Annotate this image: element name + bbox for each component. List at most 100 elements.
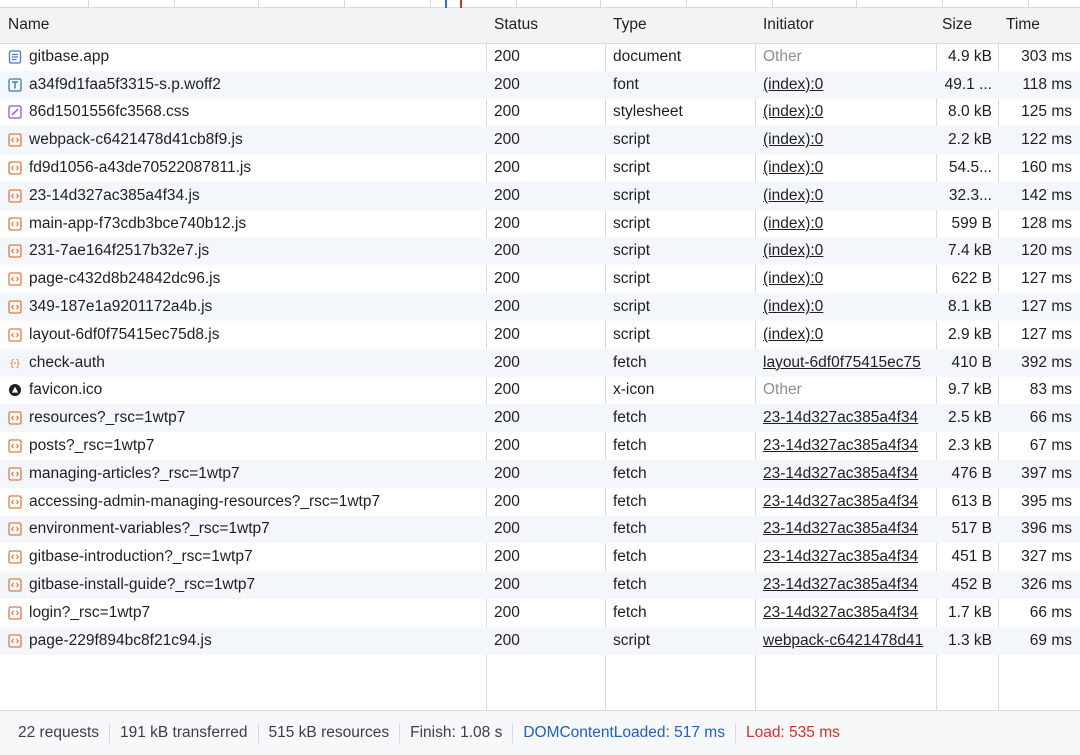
table-row[interactable]: gitbase-introduction?_rsc=1wtp7 200 fetch 2… xyxy=(0,543,1080,571)
request-initiator-link[interactable]: webpack-c6421478d41 xyxy=(763,632,923,649)
script-icon xyxy=(8,217,22,231)
request-initiator-link[interactable]: (index):0 xyxy=(763,298,823,315)
column-header-name[interactable]: Name xyxy=(0,8,486,44)
request-name-cell[interactable]: accessing-admin-managing-resources?_rsc=… xyxy=(0,488,486,516)
table-row[interactable]: gitbase.app 200 document Other 4.9 kB 303 ms xyxy=(0,43,1080,71)
request-name-cell[interactable]: gitbase-introduction?_rsc=1wtp7 xyxy=(0,543,486,571)
request-name-cell[interactable]: gitbase-install-guide?_rsc=1wtp7 xyxy=(0,571,486,599)
table-row[interactable]: gitbase-install-guide?_rsc=1wtp7 200 fetch… xyxy=(0,571,1080,599)
request-name-cell[interactable]: fd9d1056-a43de70522087811.js xyxy=(0,154,486,182)
request-name-cell[interactable]: page-c432d8b24842dc96.js xyxy=(0,265,486,293)
request-name-cell[interactable]: posts?_rsc=1wtp7 xyxy=(0,432,486,460)
table-row[interactable]: 231-7ae164f2517b32e7.js 200 script (index):… xyxy=(0,237,1080,266)
request-size: 451 B xyxy=(951,548,992,566)
request-time: 303 ms xyxy=(1021,48,1072,66)
request-initiator-link[interactable]: (index):0 xyxy=(763,131,823,148)
table-row[interactable]: main-app-f73cdb3bce740b12.js 200 script (in… xyxy=(0,210,1080,238)
request-status: 200 xyxy=(494,603,520,621)
table-row[interactable]: login?_rsc=1wtp7 200 fetch 23-14d327ac385a4… xyxy=(0,599,1080,627)
request-name: a34f9d1faa5f3315-s.p.woff2 xyxy=(29,75,221,93)
request-name-cell[interactable]: {} check-auth xyxy=(0,349,486,377)
column-header-initiator[interactable]: Initiator xyxy=(755,8,936,44)
request-initiator-link[interactable]: (index):0 xyxy=(763,326,823,343)
table-row[interactable]: a34f9d1faa5f3315-s.p.woff2 200 font (index)… xyxy=(0,70,1080,99)
request-size: 8.1 kB xyxy=(948,298,992,316)
table-row[interactable]: fd9d1056-a43de70522087811.js 200 script (in… xyxy=(0,154,1080,182)
request-size: 452 B xyxy=(951,576,992,594)
table-row[interactable]: 23-14d327ac385a4f34.js 200 script (index):0… xyxy=(0,181,1080,210)
request-name-cell[interactable]: favicon.ico xyxy=(0,377,486,405)
request-time: 395 ms xyxy=(1021,492,1072,510)
request-type: fetch xyxy=(613,437,647,455)
script-icon xyxy=(8,467,22,481)
request-name-cell[interactable]: login?_rsc=1wtp7 xyxy=(0,599,486,627)
request-name-cell[interactable]: environment-variables?_rsc=1wtp7 xyxy=(0,516,486,544)
request-type: script xyxy=(613,131,651,149)
request-initiator-link[interactable]: 23-14d327ac385a4f34 xyxy=(763,437,918,454)
request-size: 2.2 kB xyxy=(948,131,992,149)
overview-tick xyxy=(516,0,517,8)
request-initiator-link[interactable]: (index):0 xyxy=(763,76,823,93)
request-status: 200 xyxy=(494,298,520,316)
network-overview-timeline[interactable] xyxy=(0,0,1080,8)
request-name-cell[interactable]: 231-7ae164f2517b32e7.js xyxy=(0,238,486,266)
table-row[interactable]: 349-187e1a9201172a4b.js 200 script (index):… xyxy=(0,293,1080,321)
table-row[interactable]: managing-articles?_rsc=1wtp7 200 fetch 23-1… xyxy=(0,459,1080,488)
overview-load-marker xyxy=(460,0,462,8)
request-initiator-link[interactable]: (index):0 xyxy=(763,187,823,204)
request-initiator-link[interactable]: (index):0 xyxy=(763,215,823,232)
request-name: favicon.ico xyxy=(29,381,103,399)
request-initiator-link[interactable]: 23-14d327ac385a4f34 xyxy=(763,576,918,593)
table-row[interactable]: environment-variables?_rsc=1wtp7 200 fetch… xyxy=(0,515,1080,544)
request-name-cell[interactable]: layout-6df0f75415ec75d8.js xyxy=(0,321,486,349)
request-name: environment-variables?_rsc=1wtp7 xyxy=(29,520,270,538)
column-header-type[interactable]: Type xyxy=(605,8,755,44)
request-name-cell[interactable]: resources?_rsc=1wtp7 xyxy=(0,404,486,432)
column-header-status[interactable]: Status xyxy=(486,8,605,44)
request-name-cell[interactable]: 349-187e1a9201172a4b.js xyxy=(0,293,486,321)
request-initiator-link[interactable]: (index):0 xyxy=(763,270,823,287)
table-row[interactable]: posts?_rsc=1wtp7 200 fetch 23-14d327ac385a4… xyxy=(0,432,1080,460)
table-row[interactable]: page-229f894bc8f21c94.js 200 script webpack… xyxy=(0,626,1080,655)
request-name-cell[interactable]: page-229f894bc8f21c94.js xyxy=(0,627,486,655)
request-name-cell[interactable]: 86d1501556fc3568.css xyxy=(0,99,486,127)
script-icon xyxy=(8,411,22,425)
table-row[interactable]: favicon.ico 200 x-icon Other 9.7 kB 83 ms xyxy=(0,377,1080,405)
request-initiator-link[interactable]: 23-14d327ac385a4f34 xyxy=(763,604,918,621)
script-icon xyxy=(8,300,22,314)
request-name-cell[interactable]: webpack-c6421478d41cb8f9.js xyxy=(0,126,486,154)
request-name-cell[interactable]: a34f9d1faa5f3315-s.p.woff2 xyxy=(0,71,486,99)
request-initiator-cell: 23-14d327ac385a4f34 xyxy=(755,571,936,599)
request-initiator-link[interactable]: 23-14d327ac385a4f34 xyxy=(763,465,918,482)
request-initiator-link[interactable]: 23-14d327ac385a4f34 xyxy=(763,493,918,510)
request-status: 200 xyxy=(494,464,520,482)
table-row[interactable]: {} check-auth 200 fetch layout-6df0f75415ec7… xyxy=(0,348,1080,377)
request-type: script xyxy=(613,325,651,343)
table-row[interactable]: layout-6df0f75415ec75d8.js 200 script (inde… xyxy=(0,321,1080,349)
request-initiator-link[interactable]: (index):0 xyxy=(763,159,823,176)
request-size: 54.5... xyxy=(948,159,992,177)
table-row[interactable]: resources?_rsc=1wtp7 200 fetch 23-14d327ac3… xyxy=(0,404,1080,433)
request-name-cell[interactable]: 23-14d327ac385a4f34.js xyxy=(0,182,486,210)
request-name-cell[interactable]: gitbase.app xyxy=(0,43,486,71)
request-name-cell[interactable]: main-app-f73cdb3bce740b12.js xyxy=(0,210,486,238)
table-row[interactable]: 86d1501556fc3568.css 200 stylesheet (index)… xyxy=(0,99,1080,127)
table-row[interactable]: page-c432d8b24842dc96.js 200 script (index)… xyxy=(0,265,1080,293)
request-name-cell[interactable]: managing-articles?_rsc=1wtp7 xyxy=(0,460,486,488)
request-initiator-link[interactable]: (index):0 xyxy=(763,103,823,120)
request-time: 397 ms xyxy=(1021,464,1072,482)
request-status: 200 xyxy=(494,103,520,121)
request-initiator-link[interactable]: 23-14d327ac385a4f34 xyxy=(763,548,918,565)
summary-requests: 22 requests xyxy=(8,723,110,743)
column-header-size[interactable]: Size xyxy=(936,8,998,44)
request-time: 128 ms xyxy=(1021,214,1072,232)
summary-finish: Finish: 1.08 s xyxy=(400,723,514,743)
request-initiator-link[interactable]: 23-14d327ac385a4f34 xyxy=(763,520,918,537)
column-header-time[interactable]: Time xyxy=(998,8,1080,44)
request-initiator-link[interactable]: layout-6df0f75415ec75 xyxy=(763,354,921,371)
request-initiator-link[interactable]: (index):0 xyxy=(763,242,823,259)
request-initiator-link[interactable]: 23-14d327ac385a4f34 xyxy=(763,409,918,426)
table-row[interactable]: webpack-c6421478d41cb8f9.js 200 script (ind… xyxy=(0,126,1080,155)
table-row[interactable]: accessing-admin-managing-resources?_rsc=… xyxy=(0,488,1080,516)
request-status: 200 xyxy=(494,492,520,510)
